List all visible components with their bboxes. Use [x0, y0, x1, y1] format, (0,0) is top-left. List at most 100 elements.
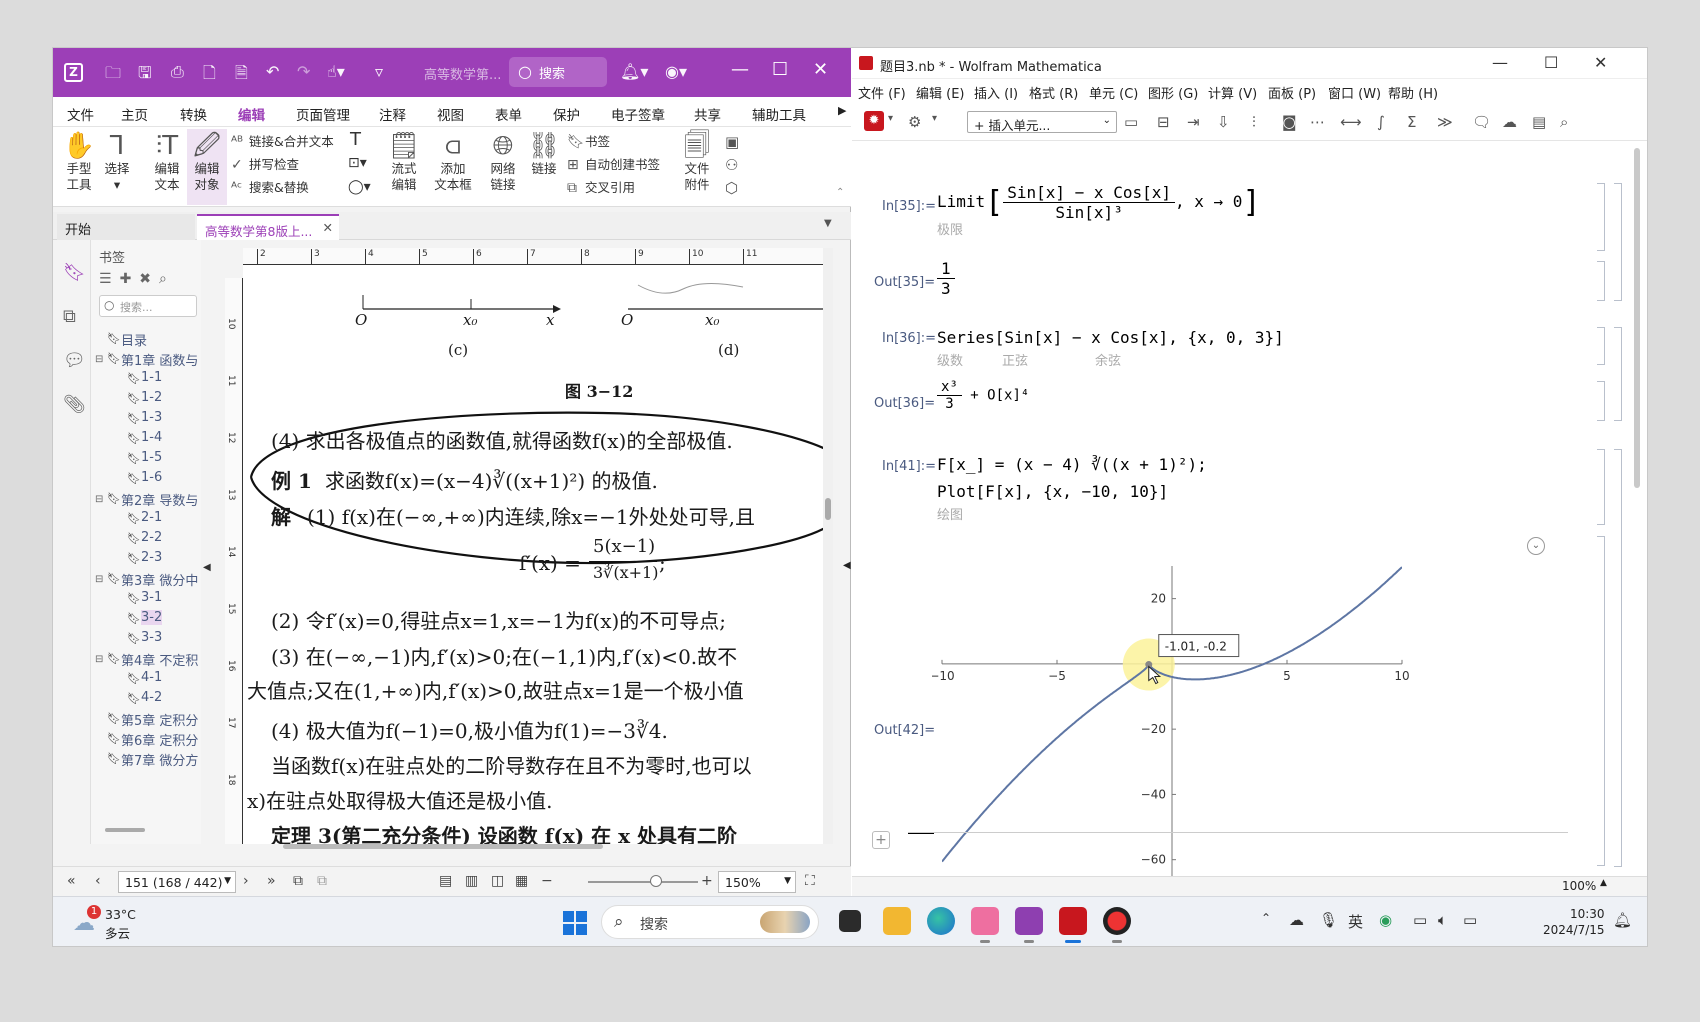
menu-share[interactable]: 共享 [694, 104, 721, 124]
bilibili-app-icon[interactable] [971, 907, 999, 935]
tab-start[interactable]: 开始 [57, 214, 195, 240]
wechat-icon[interactable]: ◉ [1379, 911, 1392, 929]
collapse-ribbon-icon[interactable]: ⌃ [836, 187, 844, 198]
menu-edit[interactable]: 编辑 [238, 104, 265, 129]
collapse-panel-icon[interactable]: ◀ [203, 562, 211, 573]
cell-bracket-out35[interactable] [1597, 261, 1605, 301]
terminal-app-icon[interactable] [839, 910, 861, 932]
evaluate-icon[interactable]: ✹ [864, 111, 884, 131]
bookmark-item[interactable]: 🔖︎ 3-3 [91, 630, 201, 650]
mma-menu-window[interactable]: 窗口 (W) [1328, 83, 1381, 102]
bookmark-item[interactable]: 🔖︎ 4-2 [91, 690, 201, 710]
hint-plot[interactable]: 绘图 [937, 504, 963, 523]
bookmark-search-input[interactable]: ○ 搜索... [99, 295, 197, 317]
bookmark-search-icon[interactable]: ⌕ [159, 271, 175, 287]
pages-panel-icon[interactable]: ⧉ [63, 306, 76, 327]
group-bracket-35[interactable] [1614, 183, 1622, 301]
minimize-button[interactable]: — [731, 59, 749, 80]
notification-bell-icon[interactable]: 🔔︎ [1613, 911, 1632, 929]
shape-tool-icon[interactable]: ◯▾ [348, 179, 371, 195]
zoom-in-icon[interactable]: + [701, 873, 713, 889]
cell-bracket-out36[interactable] [1597, 381, 1605, 421]
hand-tool-icon[interactable]: ☝▾ [327, 62, 345, 81]
plot-output[interactable]: −10 −5 5 10 20 −20 −40 −60 -1.01, -0.2 [932, 561, 1412, 876]
bookmark-item[interactable]: ⊟ 🔖︎ 第1章 函数与 [91, 350, 201, 370]
mma-menu-graphics[interactable]: 图形 (G) [1148, 83, 1198, 102]
cell-bracket-41[interactable] [1597, 449, 1605, 525]
minimize-button[interactable]: — [1492, 53, 1508, 72]
bookmark-item[interactable]: 🔖︎ 1-5 [91, 450, 201, 470]
continuous-page-icon[interactable]: ▥ [465, 873, 478, 889]
auto-bookmark-button[interactable]: ⊞ 自动创建书签 [567, 154, 660, 173]
bookmark-item[interactable]: ⊟ 🔖︎ 第3章 微分中 [91, 570, 201, 590]
page-number-input[interactable]: 151 (168 / 442) ▼ [118, 871, 236, 893]
limit-input[interactable]: Limit[Sin[x] − x Cos[x] Sin[x]³, x → 0] [937, 183, 1261, 222]
extra-tools[interactable]: ▣ ⚇ ⬡ [725, 131, 739, 200]
chat-icon[interactable]: 🗨︎ [1472, 113, 1491, 131]
cell-bracket-36[interactable] [1597, 327, 1605, 365]
tree-toggle-icon[interactable]: ⊟ [95, 654, 107, 665]
menu-form[interactable]: 表单 [495, 104, 522, 124]
weather-widget[interactable]: ☁ 1 33°C 多云 [73, 905, 163, 941]
comments-panel-icon[interactable]: 💬︎ [63, 350, 86, 371]
bookmark-item[interactable]: 🔖︎ 1-4 [91, 430, 201, 450]
page-vscroll-thumb[interactable] [825, 498, 831, 520]
mma-menu-edit[interactable]: 编辑 (E) [916, 83, 965, 102]
series-input[interactable]: Series[Sin[x] − x Cos[x], {x, 0, 3}] [937, 328, 1284, 347]
add-cell-icon[interactable]: + [872, 831, 890, 849]
first-page-icon[interactable]: « [67, 873, 76, 889]
rotate-icon[interactable]: ⧉ [293, 873, 303, 889]
open-folder-icon[interactable]: 🗀 [105, 62, 121, 89]
start-button[interactable] [563, 911, 587, 935]
define-f-input[interactable]: F[x_] = (x − 4) ∛((x + 1)²); [937, 455, 1207, 474]
mma-menu-file[interactable]: 文件 (F) [858, 83, 906, 102]
right-panel-toggle-icon[interactable]: ◀ [843, 560, 851, 571]
bookmark-item[interactable]: 🔖︎ 1-3 [91, 410, 201, 430]
new-doc-icon[interactable]: 🗎 [235, 62, 248, 89]
speaker-icon[interactable]: 🔈︎ [1438, 911, 1447, 929]
chevron-down-icon[interactable]: ▾ [932, 113, 937, 124]
bookmark-item[interactable]: 🔖︎ 目录 [91, 330, 201, 350]
bell-icon[interactable]: 🔔︎▾ [620, 62, 648, 81]
abort-icon[interactable]: ◙ [1282, 113, 1297, 131]
edit-object-button[interactable]: 🖉 编辑 对象 [187, 129, 227, 205]
onedrive-icon[interactable]: ☁ [1289, 911, 1304, 929]
extract-icon[interactable]: ⧉ [317, 873, 327, 889]
bookmark-item[interactable]: 🔖︎ 第7章 微分方 [91, 750, 201, 770]
hint-series[interactable]: 级数 [937, 350, 963, 369]
bookmark-item[interactable]: ⊟ 🔖︎ 第2章 导数与 [91, 490, 201, 510]
last-page-icon[interactable]: » [267, 873, 276, 889]
hint-limit[interactable]: 极限 [937, 219, 963, 238]
cloud-upload-icon[interactable]: ☁ [1502, 113, 1517, 131]
taskbar-search[interactable]: ⌕ 搜索 [601, 905, 819, 939]
network-icon[interactable]: ▭ [1413, 911, 1427, 929]
bookmark-item[interactable]: 🔖︎ 1-2 [91, 390, 201, 410]
select-button[interactable]: Ꞁ 选择 ▾ [99, 131, 135, 193]
tabs-dropdown-icon[interactable]: ▼ [824, 218, 832, 229]
close-tab-icon[interactable]: ✕ [323, 220, 333, 235]
menu-e-sign[interactable]: 电子签章 [611, 104, 665, 124]
text-tool-icon[interactable]: T [350, 129, 361, 150]
image-tool-icon[interactable]: ⊡▾ [348, 155, 367, 171]
link-button[interactable]: ⛓ 链接 [527, 131, 561, 177]
undo-icon[interactable]: ↶ [266, 62, 279, 81]
recorder-app-icon[interactable] [1103, 907, 1131, 935]
chevron-down-icon[interactable]: ▾ [888, 113, 893, 124]
cross-ref-button[interactable]: ⧉ 交叉引用 [567, 177, 635, 196]
menu-file[interactable]: 文件 [67, 104, 94, 124]
edge-browser-icon[interactable] [927, 907, 955, 935]
menu-tools[interactable]: 辅助工具 [752, 104, 806, 124]
search-icon[interactable]: ⌕ [1560, 113, 1568, 131]
file-explorer-icon[interactable] [883, 907, 911, 935]
microphone-icon[interactable]: 🎙︎ [1319, 911, 1338, 929]
group-cells-icon[interactable]: ⊟ [1157, 113, 1170, 131]
page-hscroll[interactable] [283, 844, 603, 849]
battery-icon[interactable]: ▭ [1463, 911, 1477, 929]
prev-page-icon[interactable]: ‹ [95, 873, 101, 889]
integral-icon[interactable]: ∫ [1377, 113, 1385, 131]
account-icon[interactable]: ◉▾ [665, 62, 687, 81]
pdf-editor-app-icon[interactable] [1015, 907, 1043, 935]
menu-protect[interactable]: 保护 [553, 104, 580, 124]
fullscreen-icon[interactable]: ⛶ [805, 873, 815, 889]
divide-icon[interactable]: ⫶ [1252, 113, 1256, 131]
